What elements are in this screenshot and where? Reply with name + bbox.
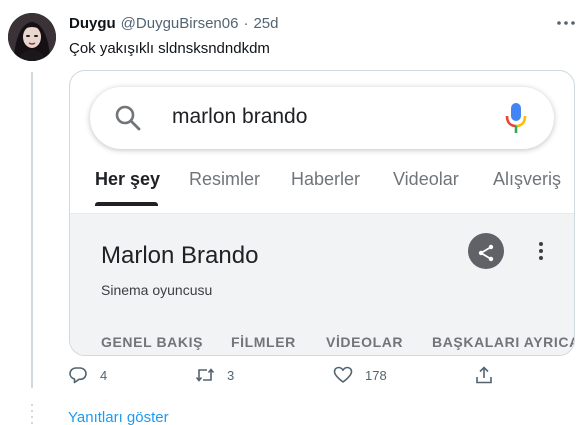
google-search-box: marlon brando xyxy=(90,87,554,149)
tab-shopping: Alışveriş xyxy=(493,169,562,189)
reply-icon xyxy=(69,367,87,384)
more-vertical-icon xyxy=(533,240,549,262)
user-avatar-photo xyxy=(8,13,56,61)
knowledge-panel: Marlon Brando Sinema oyuncusu GENEL BAKI… xyxy=(70,214,575,355)
share-button[interactable] xyxy=(474,364,494,386)
separator: · xyxy=(243,15,249,32)
share-icon xyxy=(476,366,492,384)
heart-icon xyxy=(333,366,353,383)
tweet-text: Çok yakışıklı sldnsksndndkdm xyxy=(69,40,270,57)
search-icon xyxy=(114,104,142,132)
author-handle[interactable]: @DuyguBirsen06 xyxy=(121,15,239,32)
tab-news: Haberler xyxy=(291,169,361,189)
more-icon[interactable] xyxy=(555,14,577,32)
reply-button[interactable]: 4 xyxy=(68,364,107,386)
retweet-button[interactable]: 3 xyxy=(195,364,234,386)
thread-line xyxy=(31,72,33,388)
kp-tab-films: FİLMLER xyxy=(231,334,296,350)
active-tab-indicator xyxy=(95,202,158,206)
timestamp[interactable]: 25d xyxy=(253,15,278,32)
thread-dots xyxy=(31,404,33,425)
tab-all: Her şey xyxy=(95,169,161,189)
avatar[interactable] xyxy=(8,13,56,61)
like-count: 178 xyxy=(365,367,387,383)
kp-tab-overview: GENEL BAKIŞ xyxy=(101,334,204,350)
like-button[interactable]: 178 xyxy=(333,364,387,386)
retweet-count: 3 xyxy=(227,367,235,383)
kp-tab-people-also: BAŞKALARI AYRICA xyxy=(432,334,575,350)
tweet-actions: 4 3 178 xyxy=(60,364,580,388)
reply-count: 4 xyxy=(100,367,108,383)
knowledge-panel-subtitle: Sinema oyuncusu xyxy=(101,282,213,298)
google-tabs: Her şey Resimler Haberler Videolar Alışv… xyxy=(70,163,574,213)
share-icon xyxy=(468,233,504,269)
microphone-icon xyxy=(504,101,528,135)
tab-images: Resimler xyxy=(189,169,261,189)
tweet-header: Duygu @DuyguBirsen06 · 25d xyxy=(69,15,279,32)
kp-tab-videos: VİDEOLAR xyxy=(326,334,404,350)
search-query: marlon brando xyxy=(172,105,308,128)
tab-videos: Videolar xyxy=(393,169,459,189)
author-name[interactable]: Duygu xyxy=(69,15,116,32)
retweet-icon xyxy=(195,368,215,382)
tweet-media-screenshot[interactable]: marlon brando Her şey Resimler Haberler … xyxy=(69,70,575,356)
show-replies-link[interactable]: Yanıtları göster xyxy=(68,409,169,425)
knowledge-panel-title: Marlon Brando xyxy=(101,242,259,269)
